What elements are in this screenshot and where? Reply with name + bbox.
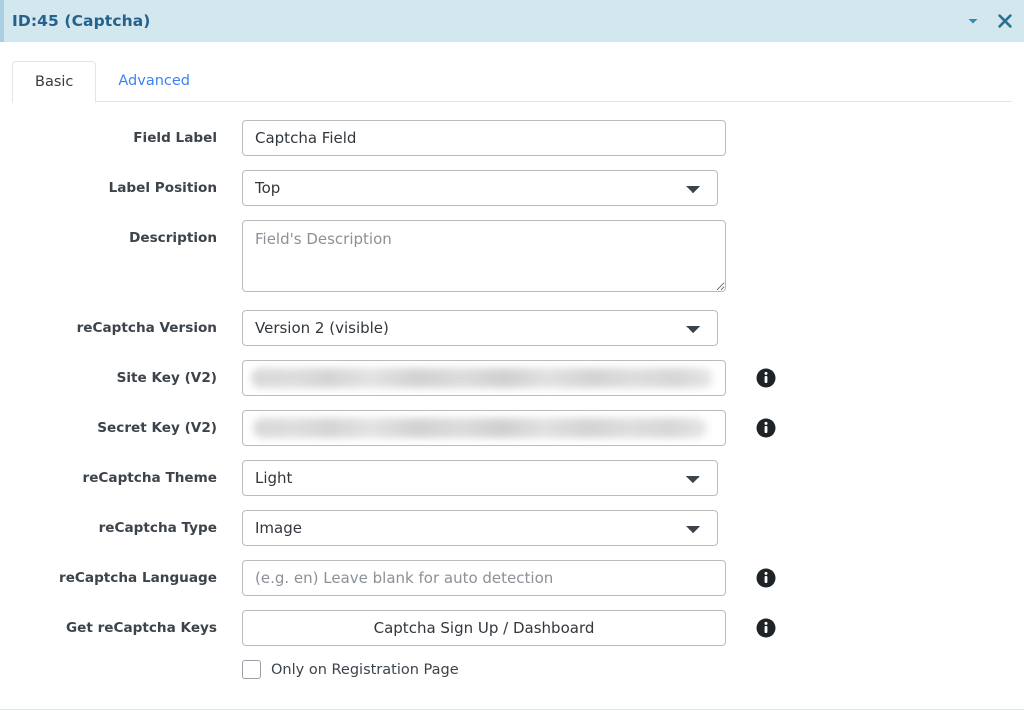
label-position-label: Label Position — [108, 180, 217, 196]
recaptcha-type-select[interactable]: Image — [242, 510, 718, 546]
row-description: Description — [0, 220, 1024, 296]
description-textarea[interactable] — [242, 220, 726, 292]
description-label: Description — [129, 230, 217, 246]
info-icon[interactable] — [756, 618, 776, 638]
field-label-input[interactable] — [242, 120, 726, 156]
recaptcha-theme-control: Light — [242, 460, 718, 496]
recaptcha-type-control: Image — [242, 510, 718, 546]
site-key-label: Site Key (V2) — [116, 370, 217, 386]
field-label-control — [242, 120, 726, 156]
header-actions — [962, 0, 1016, 42]
row-get-recaptcha-keys: Get reCaptcha Keys Captcha Sign Up / Das… — [0, 610, 1024, 646]
only-registration-label: Only on Registration Page — [271, 661, 459, 678]
row-recaptcha-language: reCaptcha Language — [0, 560, 1024, 596]
redacted-value — [253, 418, 707, 438]
label-position-control: Top — [242, 170, 718, 206]
site-key-input[interactable] — [242, 360, 726, 396]
panel-header: ID:45 (Captcha) — [0, 0, 1024, 42]
captcha-field-settings-panel: ID:45 (Captcha) Basic Advanced Field Lab… — [0, 0, 1024, 710]
close-icon[interactable] — [994, 10, 1016, 32]
get-recaptcha-keys-control: Captcha Sign Up / Dashboard — [242, 610, 776, 646]
recaptcha-theme-label: reCaptcha Theme — [82, 470, 218, 486]
row-label-position: Label Position Top — [0, 170, 1024, 206]
recaptcha-type-label: reCaptcha Type — [98, 520, 217, 536]
row-secret-key: Secret Key (V2) — [0, 410, 1024, 446]
description-control — [242, 220, 726, 296]
row-field-label: Field Label — [0, 120, 1024, 156]
row-site-key: Site Key (V2) — [0, 360, 1024, 396]
recaptcha-theme-select[interactable]: Light — [242, 460, 718, 496]
recaptcha-version-label: reCaptcha Version — [76, 320, 217, 336]
tab-advanced-label: Advanced — [118, 73, 191, 89]
info-icon[interactable] — [756, 368, 776, 388]
row-only-registration: Only on Registration Page — [0, 660, 1024, 679]
row-recaptcha-version: reCaptcha Version Version 2 (visible) — [0, 310, 1024, 346]
tab-advanced[interactable]: Advanced — [96, 60, 212, 102]
info-icon[interactable] — [756, 418, 776, 438]
info-icon[interactable] — [756, 568, 776, 588]
secret-key-input[interactable] — [242, 410, 726, 446]
field-label-label: Field Label — [133, 130, 217, 146]
site-key-control — [242, 360, 776, 396]
tab-bar: Basic Advanced — [12, 54, 1012, 103]
recaptcha-version-control: Version 2 (visible) — [242, 310, 718, 346]
only-registration-control: Only on Registration Page — [242, 660, 459, 679]
only-registration-checkbox[interactable] — [242, 660, 261, 679]
chevron-down-icon[interactable] — [962, 10, 984, 32]
tab-basic[interactable]: Basic — [12, 61, 97, 103]
recaptcha-language-label: reCaptcha Language — [59, 570, 217, 586]
row-recaptcha-type: reCaptcha Type Image — [0, 510, 1024, 546]
recaptcha-language-input[interactable] — [242, 560, 726, 596]
row-recaptcha-theme: reCaptcha Theme Light — [0, 460, 1024, 496]
basic-settings-form: Field Label Label Position Top Descripti… — [0, 102, 1024, 679]
recaptcha-version-select[interactable]: Version 2 (visible) — [242, 310, 718, 346]
secret-key-label: Secret Key (V2) — [97, 420, 217, 436]
secret-key-control — [242, 410, 776, 446]
captcha-signup-dashboard-button[interactable]: Captcha Sign Up / Dashboard — [242, 610, 726, 646]
page-title: ID:45 (Captcha) — [12, 12, 151, 30]
redacted-value — [251, 368, 713, 388]
recaptcha-language-control — [242, 560, 776, 596]
tab-basic-label: Basic — [35, 74, 74, 90]
get-recaptcha-keys-label: Get reCaptcha Keys — [65, 620, 217, 636]
label-position-select[interactable]: Top — [242, 170, 718, 206]
